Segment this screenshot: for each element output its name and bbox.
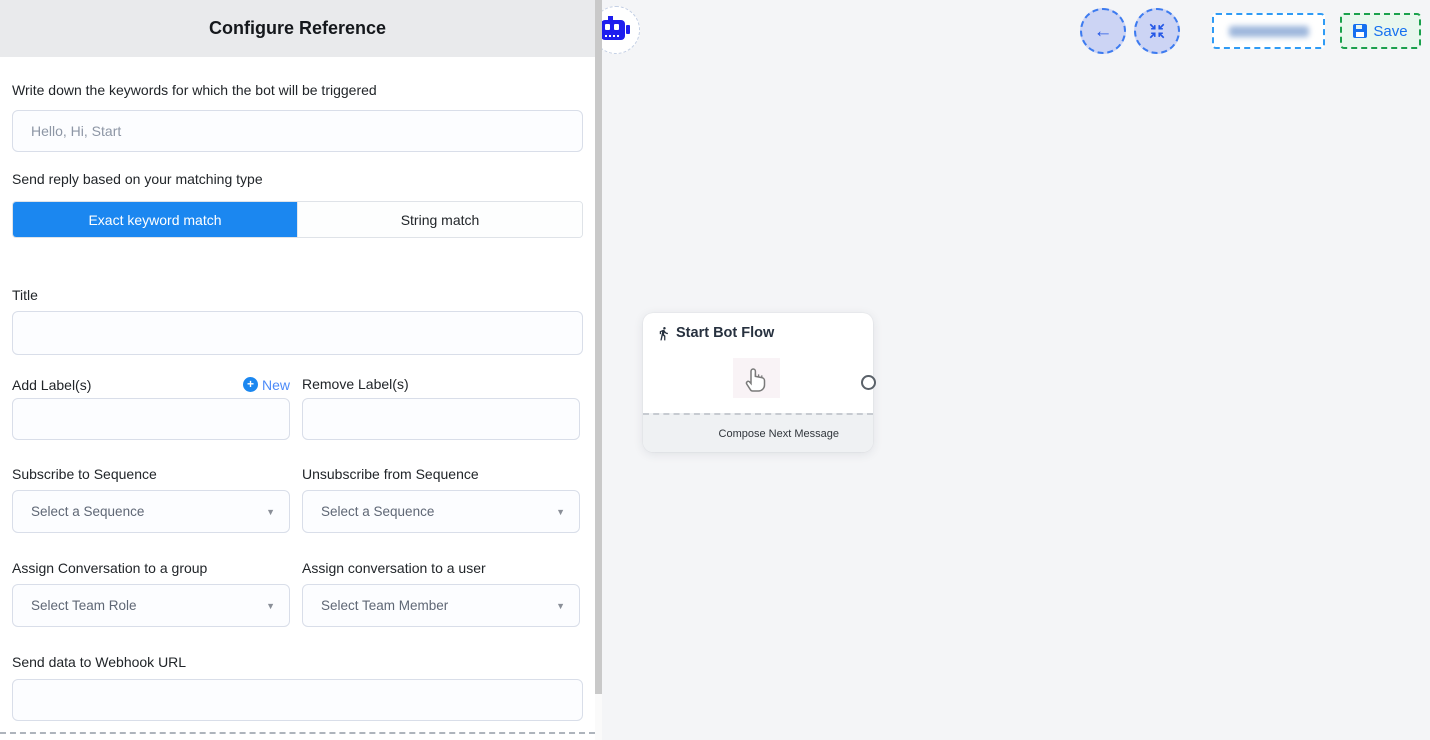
plus-icon: + [243, 377, 258, 392]
assign-user-label: Assign conversation to a user [302, 559, 580, 577]
panel-body: Write down the keywords for which the bo… [0, 81, 595, 721]
chevron-down-icon: ▼ [556, 601, 565, 611]
chevron-down-icon: ▼ [266, 507, 275, 517]
keywords-input[interactable] [12, 110, 583, 152]
node-title: Start Bot Flow [676, 325, 774, 341]
labels-inputs-row [12, 398, 583, 440]
unsubscribe-sequence-select[interactable]: Select a Sequence ▼ [302, 490, 580, 533]
assign-labels-row: Assign Conversation to a group Assign co… [12, 559, 583, 577]
matching-type-label: Send reply based on your matching type [12, 170, 583, 188]
chevron-down-icon: ▼ [266, 601, 275, 611]
sequence-labels-row: Subscribe to Sequence Unsubscribe from S… [12, 465, 583, 483]
remove-labels-input[interactable] [302, 398, 580, 440]
new-label-button[interactable]: + New [243, 377, 290, 393]
back-button[interactable]: ← [1080, 8, 1126, 54]
team-role-select[interactable]: Select Team Role ▼ [12, 584, 290, 627]
scrollbar-thumb[interactable] [595, 0, 602, 694]
tab-string-match[interactable]: String match [297, 202, 582, 237]
bot-flow-builder: Configure Reference Write down the keywo… [0, 0, 1430, 740]
title-label: Title [12, 286, 583, 304]
panel-header: Configure Reference [0, 0, 595, 57]
blurred-button-label [1229, 26, 1309, 37]
subscribe-sequence-value: Select a Sequence [31, 504, 144, 519]
remove-labels-label: Remove Label(s) [302, 376, 409, 392]
robot-icon [601, 20, 625, 40]
fit-view-button[interactable] [1134, 8, 1180, 54]
sequence-selects-row: Select a Sequence ▼ Select a Sequence ▼ [12, 490, 583, 533]
floppy-disk-icon [1353, 24, 1367, 38]
blurred-action-button[interactable] [1212, 13, 1325, 49]
webhook-input[interactable] [12, 679, 583, 721]
matching-type-tabs: Exact keyword match String match [12, 201, 583, 238]
unsubscribe-sequence-value: Select a Sequence [321, 504, 434, 519]
panel-scrollbar[interactable] [595, 0, 602, 740]
labels-header-row: Add Label(s) + New Remove Label(s) [12, 375, 583, 394]
subscribe-sequence-select[interactable]: Select a Sequence ▼ [12, 490, 290, 533]
arrow-left-icon: ← [1094, 22, 1113, 41]
compress-icon [1148, 22, 1166, 40]
click-hint [733, 358, 780, 398]
page-title: Configure Reference [209, 18, 386, 39]
add-labels-header: Add Label(s) + New [12, 375, 290, 394]
unsubscribe-sequence-label: Unsubscribe from Sequence [302, 465, 580, 483]
assign-selects-row: Select Team Role ▼ Select Team Member ▼ [12, 584, 583, 627]
add-labels-input[interactable] [12, 398, 290, 440]
team-role-value: Select Team Role [31, 598, 137, 613]
title-input[interactable] [12, 311, 583, 355]
save-button-label: Save [1373, 23, 1407, 40]
canvas-toolbar: ← Save [1080, 8, 1421, 54]
team-member-value: Select Team Member [321, 598, 448, 613]
configure-reference-panel: Configure Reference Write down the keywo… [0, 0, 595, 740]
assign-group-label: Assign Conversation to a group [12, 559, 290, 577]
compose-next-message-label: Compose Next Message [719, 428, 839, 440]
team-member-select[interactable]: Select Team Member ▼ [302, 584, 580, 627]
add-labels-label: Add Label(s) [12, 376, 91, 394]
keywords-label: Write down the keywords for which the bo… [12, 81, 583, 99]
chevron-down-icon: ▼ [556, 507, 565, 517]
subscribe-sequence-label: Subscribe to Sequence [12, 465, 290, 483]
webhook-label: Send data to Webhook URL [12, 653, 583, 671]
node-output-handle[interactable] [861, 375, 876, 390]
flow-canvas[interactable]: ← Save [602, 0, 1430, 740]
panel-dashed-border [0, 732, 595, 734]
tab-exact-keyword-match[interactable]: Exact keyword match [13, 202, 297, 237]
walking-person-icon [656, 326, 671, 341]
node-footer: Compose Next Message [643, 413, 873, 452]
new-label-button-text: New [262, 377, 290, 393]
start-bot-flow-node[interactable]: Start Bot Flow Compose Next Message [643, 313, 873, 452]
save-button[interactable]: Save [1340, 13, 1421, 49]
hand-pointer-icon [744, 363, 770, 393]
node-header: Start Bot Flow [643, 313, 873, 341]
